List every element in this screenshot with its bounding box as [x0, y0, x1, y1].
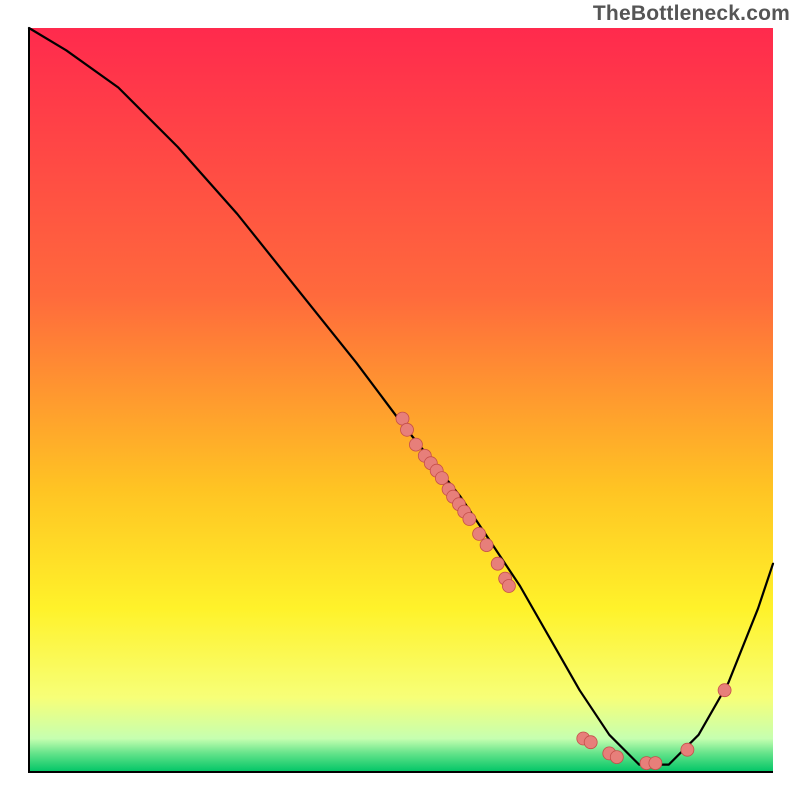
plot-area	[29, 28, 773, 772]
data-point	[473, 527, 486, 540]
data-point	[401, 423, 414, 436]
data-point	[502, 580, 515, 593]
data-point	[435, 472, 448, 485]
data-point	[463, 513, 476, 526]
data-point	[649, 757, 662, 770]
data-point	[480, 539, 493, 552]
data-point	[681, 743, 694, 756]
data-point	[491, 557, 504, 570]
data-point	[584, 736, 597, 749]
data-point	[718, 684, 731, 697]
bottleneck-chart	[0, 0, 800, 800]
watermark-text: TheBottleneck.com	[593, 2, 790, 26]
data-point	[409, 438, 422, 451]
data-point	[610, 751, 623, 764]
